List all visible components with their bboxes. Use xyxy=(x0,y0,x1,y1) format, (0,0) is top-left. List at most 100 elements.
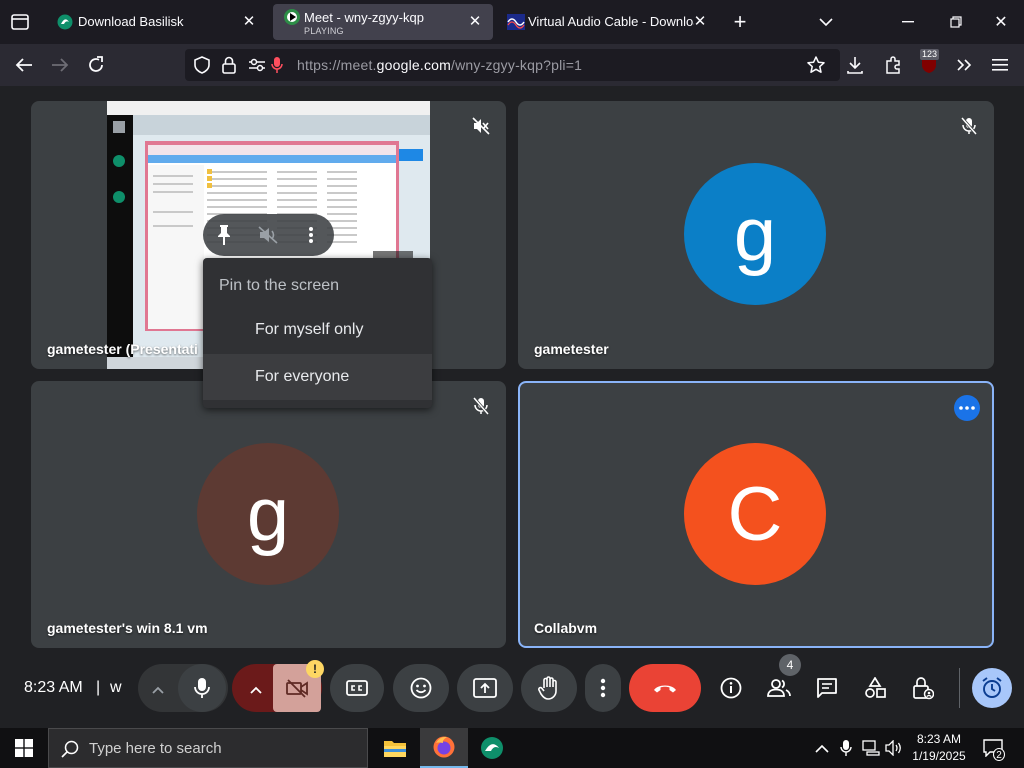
address-bar[interactable]: https://meet.google.com/wny-zgyy-kqp?pli… xyxy=(185,49,840,81)
pin-for-everyone-option[interactable]: For everyone xyxy=(203,354,432,400)
taskbar-clock[interactable]: 8:23 AM 1/19/2025 xyxy=(910,731,968,765)
participant-name: gametester xyxy=(534,341,609,357)
more-vert-icon[interactable] xyxy=(308,226,314,249)
downloads-button[interactable] xyxy=(842,52,868,78)
url-prefix: https://meet. xyxy=(297,57,377,73)
file-explorer-taskbar-button[interactable] xyxy=(371,728,419,768)
timer-button[interactable] xyxy=(972,668,1012,708)
close-tab-icon[interactable]: ✕ xyxy=(692,14,708,30)
taskbar-time: 8:23 AM xyxy=(916,732,962,746)
video-options-chevron-icon[interactable] xyxy=(250,681,262,699)
microphone-button[interactable] xyxy=(178,664,226,712)
microphone-in-use-icon[interactable] xyxy=(840,739,852,762)
firefox-taskbar-button[interactable] xyxy=(420,728,468,768)
more-tools-chevron-icon[interactable] xyxy=(951,52,977,78)
tab-label: Download Basilisk xyxy=(78,14,184,29)
pin-menu: Pin to the screen For myself only For ev… xyxy=(203,258,432,408)
participant-tile-gametester[interactable]: g gametester xyxy=(518,101,994,369)
meet-favicon-icon xyxy=(283,8,301,29)
minimize-button[interactable] xyxy=(894,8,922,36)
participant-tile-collabvm[interactable]: C Collabvm xyxy=(518,381,994,648)
raise-hand-button[interactable] xyxy=(521,664,577,712)
microphone-sharing-icon[interactable] xyxy=(271,56,283,79)
tab-meet[interactable]: Meet - wny-zgyy-kqp PLAYING ✕ xyxy=(273,4,493,40)
meeting-code: w xyxy=(110,679,122,696)
lock-icon[interactable] xyxy=(222,56,236,79)
app-menu-hamburger-icon[interactable] xyxy=(987,52,1013,78)
participant-count-badge: 4 xyxy=(779,654,801,676)
new-tab-button[interactable]: + xyxy=(726,8,754,36)
meeting-details-button[interactable] xyxy=(715,672,747,704)
forward-button[interactable] xyxy=(47,52,73,78)
navigation-toolbar: https://meet.google.com/wny-zgyy-kqp?pli… xyxy=(0,44,1024,86)
bookmark-star-icon[interactable] xyxy=(807,56,825,79)
people-button[interactable] xyxy=(763,672,795,704)
participant-name: gametester's win 8.1 vm xyxy=(47,620,208,636)
notification-count: 2 xyxy=(993,748,1005,761)
audio-options-chevron-icon[interactable] xyxy=(152,681,164,699)
ublock-extension-button[interactable]: 123 xyxy=(916,49,942,78)
separator: | xyxy=(96,679,101,696)
url-domain: google.com xyxy=(376,57,452,73)
extensions-puzzle-icon[interactable] xyxy=(880,52,906,78)
captions-icon xyxy=(346,680,368,696)
basilisk-taskbar-button[interactable] xyxy=(468,728,516,768)
tab-virtual-audio-cable[interactable]: Virtual Audio Cable - Downloac ✕ xyxy=(499,4,714,40)
tab-playing-label: PLAYING xyxy=(304,26,344,36)
taskbar-search-box[interactable]: Type here to search xyxy=(48,728,368,768)
tracking-protection-shield-icon[interactable] xyxy=(194,56,210,79)
camera-off-icon xyxy=(286,679,308,698)
mute-participant-icon[interactable] xyxy=(257,225,279,250)
participant-tile-win81-vm[interactable]: g gametester's win 8.1 vm xyxy=(31,381,506,648)
taskbar-date: 1/19/2025 xyxy=(912,749,966,763)
meeting-clock: 8:23 AM xyxy=(24,679,83,696)
close-tab-icon[interactable]: ✕ xyxy=(467,14,483,30)
windows-logo-icon xyxy=(15,739,33,757)
mic-off-icon xyxy=(470,395,492,417)
volume-muted-icon xyxy=(470,115,492,137)
search-placeholder: Type here to search xyxy=(89,740,222,757)
divider xyxy=(959,668,960,708)
back-button[interactable] xyxy=(11,52,37,78)
lock-person-icon xyxy=(913,677,934,700)
tab-strip: Download Basilisk ✕ Meet - wny-zgyy-kqp … xyxy=(0,0,1024,44)
meeting-controls-bar: 8:23 AM | w ! 4 xyxy=(0,652,1024,724)
avatar: g xyxy=(684,163,826,305)
close-tab-icon[interactable]: ✕ xyxy=(241,14,257,30)
info-icon xyxy=(720,677,742,699)
activities-button[interactable] xyxy=(859,672,891,704)
pin-for-myself-option[interactable]: For myself only xyxy=(203,307,432,353)
reactions-button[interactable] xyxy=(393,664,449,712)
start-button[interactable] xyxy=(0,728,48,768)
close-window-button[interactable]: ✕ xyxy=(987,8,1015,36)
host-controls-button[interactable] xyxy=(907,672,939,704)
vac-favicon-icon xyxy=(507,14,525,33)
url-suffix: /wny-zgyy-kqp?pli=1 xyxy=(451,57,583,73)
alarm-icon xyxy=(982,677,1002,698)
permissions-icon[interactable] xyxy=(248,58,266,77)
pin-menu-heading: Pin to the screen xyxy=(219,277,340,294)
reload-button[interactable] xyxy=(83,52,109,78)
hand-icon xyxy=(538,676,557,700)
url-text[interactable]: https://meet.google.com/wny-zgyy-kqp?pli… xyxy=(297,57,582,73)
tab-overview-icon[interactable] xyxy=(10,12,30,37)
tab-label: Meet - wny-zgyy-kqp xyxy=(304,10,424,25)
restore-button[interactable] xyxy=(942,8,970,36)
basilisk-icon xyxy=(481,737,503,759)
volume-icon[interactable] xyxy=(885,739,903,761)
more-vert-icon xyxy=(600,678,606,698)
tab-download-basilisk[interactable]: Download Basilisk ✕ xyxy=(47,4,267,40)
show-hidden-icons-chevron-icon[interactable] xyxy=(815,741,829,759)
more-options-button[interactable] xyxy=(954,395,980,421)
list-all-tabs-button[interactable] xyxy=(812,8,840,36)
present-now-button[interactable] xyxy=(457,664,513,712)
network-icon[interactable] xyxy=(862,740,880,761)
extension-badge: 123 xyxy=(920,49,940,60)
chat-button[interactable] xyxy=(811,672,843,704)
more-options-button[interactable] xyxy=(585,664,621,712)
firefox-icon xyxy=(433,736,455,758)
pin-icon[interactable] xyxy=(217,224,231,251)
tile-hover-controls xyxy=(203,214,334,256)
leave-call-button[interactable] xyxy=(629,664,701,712)
captions-button[interactable] xyxy=(330,664,384,712)
